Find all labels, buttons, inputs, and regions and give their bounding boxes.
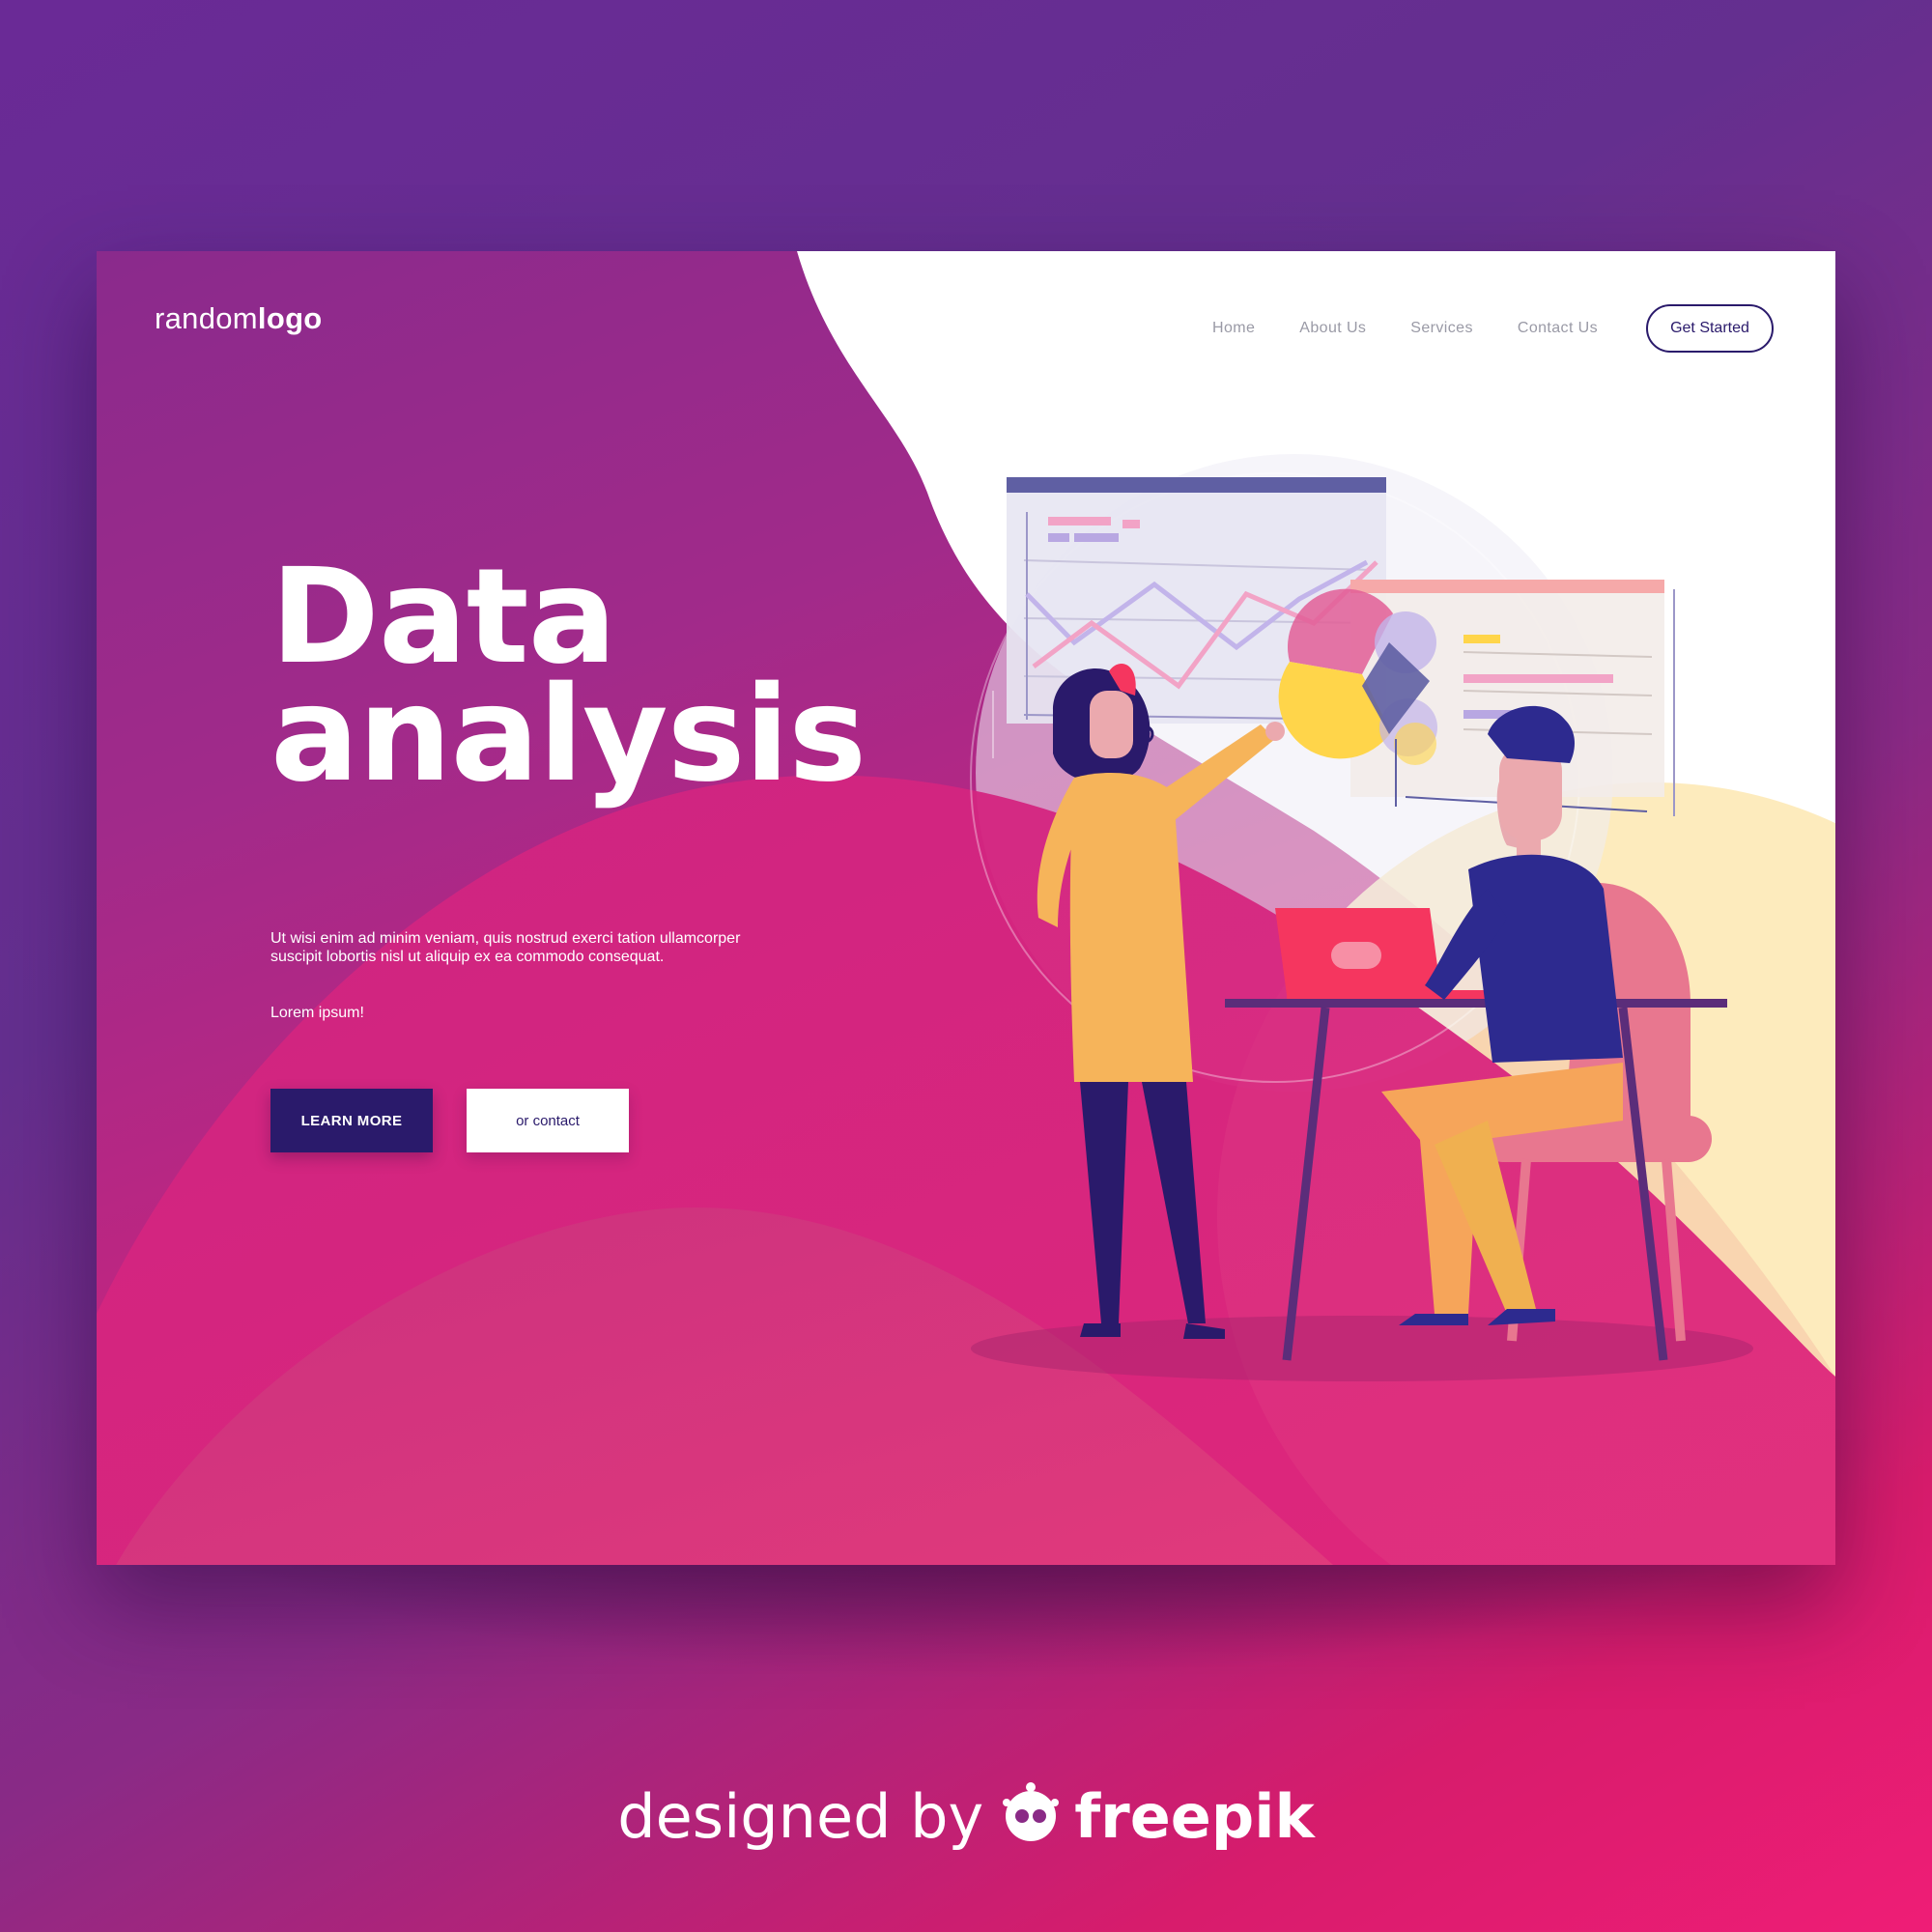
data-analysis-illustration xyxy=(971,477,1753,1381)
page-title-line-2: analysis xyxy=(270,659,867,811)
hero-subtext: Lorem ipsum! xyxy=(270,1005,364,1021)
credit-prefix: designed by xyxy=(617,1781,984,1852)
main-navigation: Home About Us Services Contact Us Get St… xyxy=(1212,304,1774,353)
credit-brand: freepik xyxy=(1074,1781,1315,1852)
nav-contact-us[interactable]: Contact Us xyxy=(1518,320,1598,337)
logo-bold-text: logo xyxy=(257,301,323,335)
get-started-button[interactable]: Get Started xyxy=(1646,304,1774,353)
contact-button[interactable]: or contact xyxy=(467,1089,629,1152)
pie-charts xyxy=(1278,588,1437,765)
nav-about-us[interactable]: About Us xyxy=(1299,320,1366,337)
logo-light-text: random xyxy=(155,301,258,335)
hero-description: Ut wisi enim ad minim veniam, quis nostr… xyxy=(270,930,741,965)
nav-home[interactable]: Home xyxy=(1212,320,1255,337)
page-title: Data analysis xyxy=(270,552,867,811)
landing-page-frame: randomlogo Home About Us Services Contac… xyxy=(97,251,1835,1565)
site-logo[interactable]: randomlogo xyxy=(155,301,323,336)
nav-services[interactable]: Services xyxy=(1410,320,1473,337)
learn-more-button[interactable]: LEARN MORE xyxy=(270,1089,433,1152)
freepik-mascot-icon xyxy=(997,1777,1065,1860)
man-figure xyxy=(1381,705,1623,1325)
designer-credit: designed by freepik xyxy=(0,1777,1932,1860)
